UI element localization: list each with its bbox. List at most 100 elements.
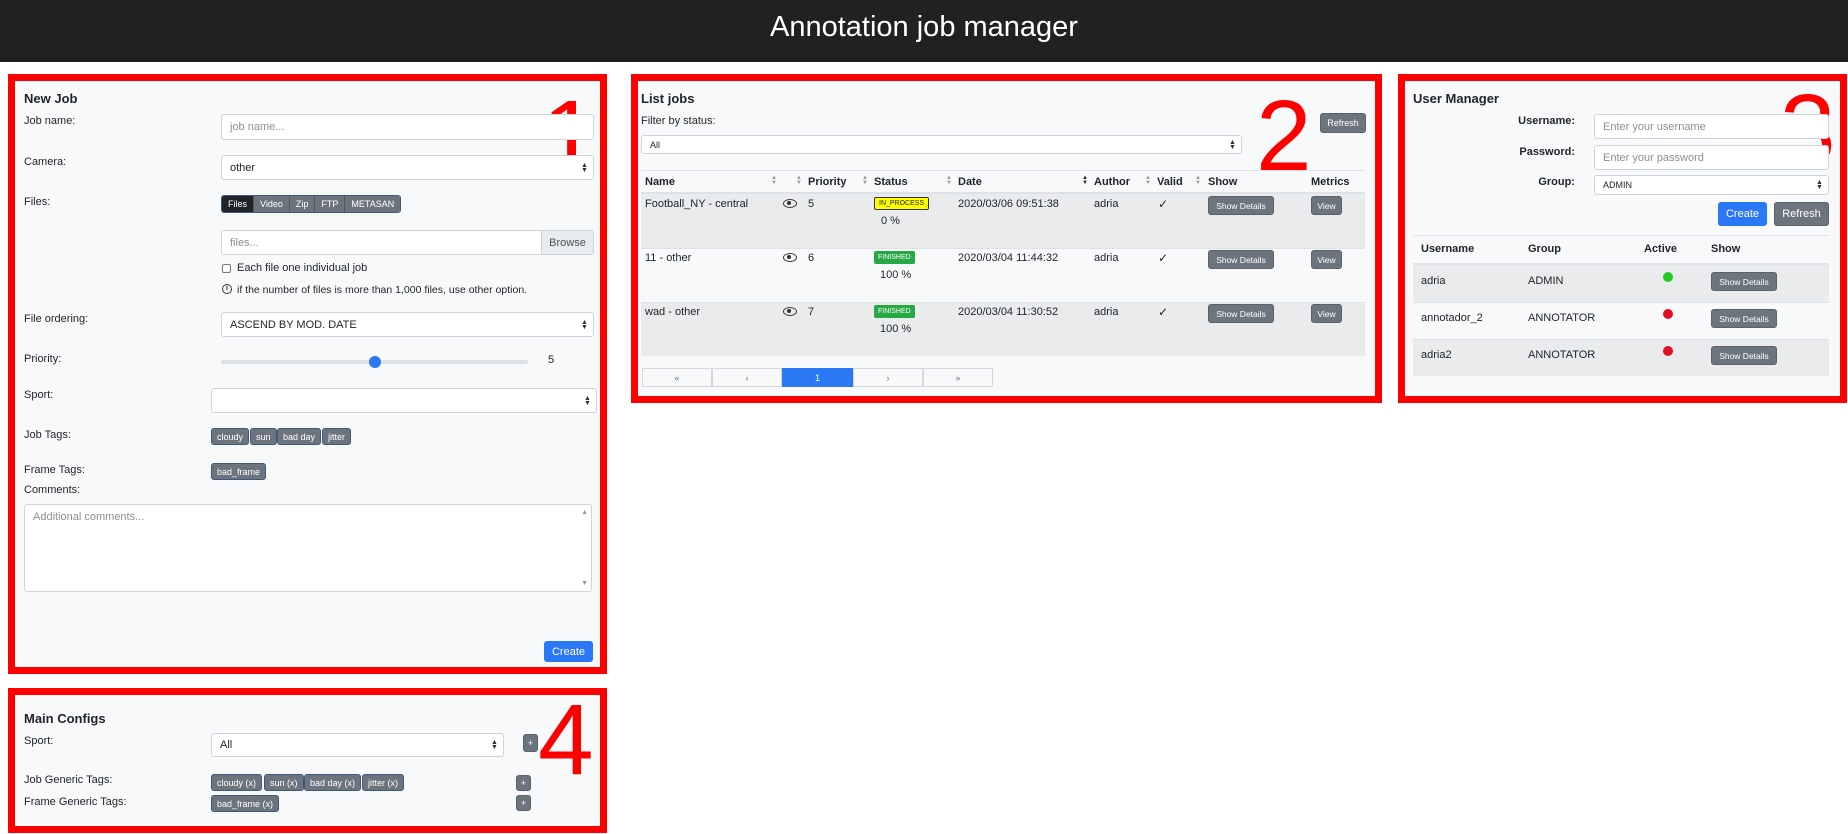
- view-metrics-button[interactable]: View: [1311, 304, 1342, 323]
- refresh-jobs-button[interactable]: Refresh: [1320, 113, 1366, 133]
- slider-thumb[interactable]: [368, 356, 381, 368]
- files-label: Files:: [24, 196, 51, 208]
- page-current[interactable]: 1: [782, 368, 853, 387]
- files-source-tabs: Files Video Zip FTP METASAN: [221, 195, 402, 213]
- select-arrows-icon: ▲ ▼: [1229, 138, 1236, 151]
- create-job-button[interactable]: Create: [544, 641, 593, 662]
- page-first[interactable]: «: [642, 368, 712, 387]
- browse-button[interactable]: Browse: [541, 231, 593, 254]
- job-author: adria: [1094, 306, 1119, 318]
- frame-generic-tags-label: Frame Generic Tags:: [24, 796, 127, 808]
- user-group: ANNOTATOR: [1528, 349, 1596, 361]
- eye-icon[interactable]: [783, 307, 797, 316]
- config-sport-value: All: [220, 739, 233, 751]
- add-job-tag-button[interactable]: +: [516, 775, 531, 791]
- job-tag[interactable]: cloudy: [211, 428, 250, 445]
- sort-icon[interactable]: ▲ ▼: [946, 175, 952, 186]
- show-details-button[interactable]: Show Details: [1711, 272, 1777, 291]
- sort-icon[interactable]: ▲ ▼: [796, 175, 802, 186]
- config-sport-select[interactable]: All ▲ ▼: [211, 733, 504, 757]
- refresh-users-button[interactable]: Refresh: [1774, 202, 1829, 226]
- scroll-down-icon[interactable]: ▼: [581, 580, 588, 587]
- comments-textarea[interactable]: Additional comments... ▲ ▼: [24, 504, 592, 592]
- each-file-checkbox[interactable]: [222, 264, 231, 273]
- active-status-dot: [1663, 272, 1673, 282]
- view-metrics-button[interactable]: View: [1311, 250, 1342, 269]
- file-ordering-select[interactable]: ASCEND BY MOD. DATE ▲ ▼: [221, 312, 594, 337]
- add-sport-button[interactable]: +: [523, 734, 538, 752]
- tab-files[interactable]: Files: [222, 196, 255, 212]
- show-details-button[interactable]: Show Details: [1208, 250, 1274, 269]
- tab-video[interactable]: Video: [254, 196, 290, 212]
- job-tags-label: Job Tags:: [24, 429, 71, 441]
- show-details-button[interactable]: Show Details: [1711, 346, 1777, 365]
- info-text: if the number of files is more than 1,00…: [237, 284, 528, 296]
- group-value: ADMIN: [1603, 180, 1632, 190]
- view-metrics-button[interactable]: View: [1311, 196, 1342, 215]
- sort-icon-active[interactable]: ▲ ▼: [1082, 175, 1088, 186]
- col-valid[interactable]: Valid: [1157, 176, 1183, 188]
- status-filter-select[interactable]: All ▲ ▼: [641, 135, 1242, 154]
- table-header-border: [1413, 235, 1829, 236]
- eye-icon[interactable]: [783, 199, 797, 208]
- frame-tag[interactable]: bad_frame: [211, 463, 267, 480]
- col-active: Active: [1644, 243, 1678, 255]
- show-details-button[interactable]: Show Details: [1208, 196, 1274, 215]
- select-arrows-icon: ▲ ▼: [581, 161, 588, 174]
- files-input[interactable]: files... Browse: [221, 230, 594, 255]
- tab-ftp[interactable]: FTP: [315, 196, 346, 212]
- main-configs-panel: [8, 688, 607, 833]
- show-details-button[interactable]: Show Details: [1208, 304, 1274, 323]
- tab-zip[interactable]: Zip: [289, 196, 316, 212]
- job-date: 2020/03/04 11:30:52: [958, 306, 1059, 318]
- sort-icon[interactable]: ▲ ▼: [771, 175, 777, 186]
- job-name-placeholder: job name...: [230, 121, 285, 133]
- eye-pupil: [787, 201, 791, 205]
- camera-select[interactable]: other ▲ ▼: [221, 155, 594, 180]
- eye-pupil: [787, 255, 791, 259]
- col-priority[interactable]: Priority: [808, 176, 847, 188]
- sort-icon[interactable]: ▲ ▼: [1145, 175, 1151, 186]
- job-name-input[interactable]: job name...: [221, 114, 594, 140]
- sort-icon[interactable]: ▲ ▼: [862, 175, 868, 186]
- user-group: ANNOTATOR: [1528, 312, 1596, 324]
- password-input[interactable]: Enter your password: [1594, 145, 1829, 170]
- col-status[interactable]: Status: [874, 176, 908, 188]
- group-select[interactable]: ADMIN ▲ ▼: [1594, 175, 1829, 195]
- password-label: Password:: [1519, 146, 1575, 158]
- priority-value: 5: [548, 354, 555, 366]
- job-tag[interactable]: sun: [250, 428, 277, 445]
- username-placeholder: Enter your username: [1603, 120, 1706, 133]
- page-last[interactable]: »: [923, 368, 993, 387]
- username-input[interactable]: Enter your username: [1594, 114, 1829, 139]
- priority-slider[interactable]: [221, 355, 528, 369]
- create-user-button[interactable]: Create: [1718, 202, 1767, 226]
- job-generic-tag[interactable]: jitter (x): [362, 774, 404, 791]
- col-date[interactable]: Date: [958, 176, 982, 188]
- job-priority: 5: [808, 198, 815, 210]
- job-name: wad - other: [645, 306, 701, 318]
- sport-select[interactable]: ▲ ▼: [211, 388, 597, 413]
- show-details-button[interactable]: Show Details: [1711, 309, 1777, 328]
- job-priority: 7: [808, 306, 815, 318]
- frame-generic-tag[interactable]: bad_frame (x): [211, 795, 280, 812]
- job-tag[interactable]: bad day: [277, 428, 322, 445]
- job-priority: 6: [808, 252, 815, 264]
- list-jobs-title: List jobs: [641, 91, 695, 106]
- sort-icon[interactable]: ▲ ▼: [1195, 175, 1201, 186]
- job-generic-tag[interactable]: cloudy (x): [211, 774, 263, 791]
- files-placeholder: files...: [230, 236, 259, 249]
- job-generic-tag[interactable]: sun (x): [264, 774, 304, 791]
- scroll-up-icon[interactable]: ▲: [581, 509, 588, 516]
- col-name[interactable]: Name: [645, 176, 675, 188]
- job-tag[interactable]: jitter: [322, 428, 352, 445]
- tab-metasan[interactable]: METASAN: [345, 196, 401, 212]
- page-prev[interactable]: ‹: [712, 368, 782, 387]
- job-name: 11 - other: [645, 252, 692, 264]
- eye-icon[interactable]: [783, 253, 797, 262]
- job-generic-tag[interactable]: bad day (x): [304, 774, 362, 791]
- active-status-dot: [1663, 346, 1673, 356]
- add-frame-tag-button[interactable]: +: [516, 795, 531, 811]
- col-author[interactable]: Author: [1094, 176, 1130, 188]
- page-next[interactable]: ›: [853, 368, 923, 387]
